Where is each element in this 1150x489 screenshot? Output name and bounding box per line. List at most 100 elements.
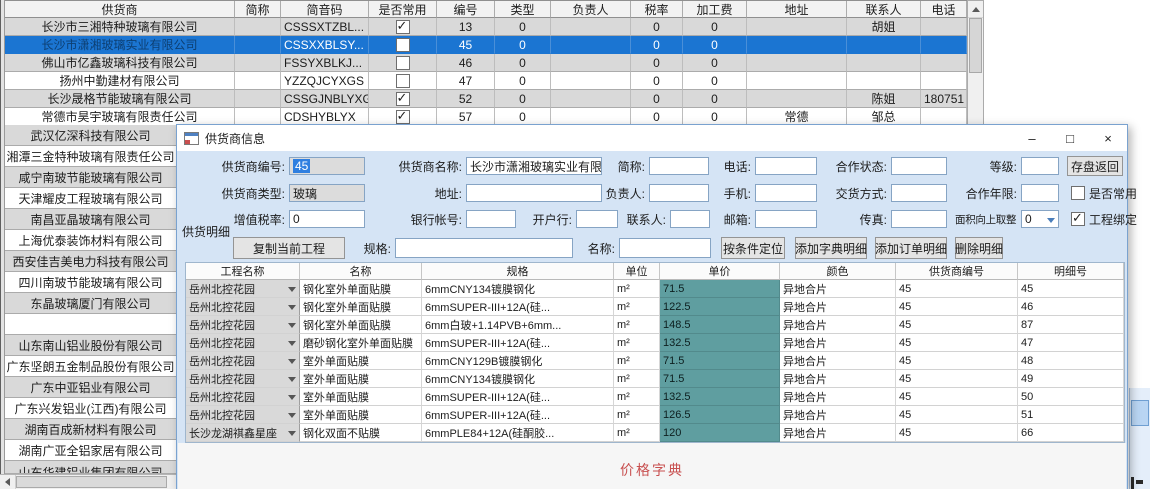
spec-filter-input[interactable] (395, 238, 573, 258)
project-name-select[interactable]: 岳州北控花园 (186, 334, 300, 352)
list-item[interactable]: 广东中亚铝业有限公司 (5, 377, 176, 398)
list-item[interactable]: 广东坚朗五金制品股份有限公司 (5, 356, 176, 377)
column-header[interactable]: 供货商 (5, 1, 235, 18)
common-use-checkbox[interactable] (1071, 186, 1085, 200)
list-item[interactable]: 东晶玻璃厦门有限公司 (5, 293, 176, 314)
detail-row[interactable]: 岳州北控花园钢化室外单面贴膜6mmSUPER-III+12A(硅...m²122… (186, 298, 1124, 316)
detail-row[interactable]: 岳州北控花园室外单面贴膜6mmCNY129B镀膜钢化m²71.5异地合片4548 (186, 352, 1124, 370)
project-name-select[interactable]: 岳州北控花园 (186, 316, 300, 334)
phone-input[interactable] (755, 157, 817, 175)
project-name-select[interactable]: 长沙龙湖祺鑫星座 (186, 424, 300, 442)
project-name-select[interactable]: 岳州北控花园 (186, 352, 300, 370)
add-order-detail-button[interactable]: 添加订单明细 (875, 237, 947, 259)
bank-branch-input[interactable] (576, 210, 618, 228)
common-use-option[interactable]: 是否常用 (1071, 185, 1137, 202)
vertical-scrollbar[interactable] (967, 0, 984, 125)
maximize-button[interactable]: □ (1051, 125, 1089, 151)
detail-row[interactable]: 岳州北控花园钢化室外单面贴膜6mmCNY134镀膜钢化m²71.5异地合片454… (186, 280, 1124, 298)
grid-column-header[interactable]: 单位 (614, 263, 660, 280)
list-item[interactable]: 山东华建铝业集团有限公司 (5, 461, 176, 474)
column-header[interactable]: 联系人 (847, 1, 921, 18)
detail-row[interactable]: 岳州北控花园室外单面贴膜6mmSUPER-III+12A(硅...m²132.5… (186, 388, 1124, 406)
grid-column-header[interactable]: 颜色 (780, 263, 896, 280)
list-item[interactable]: 广东兴发铝业(江西)有限公司 (5, 398, 176, 419)
abbr-input[interactable] (649, 157, 709, 175)
dialog-titlebar[interactable]: 供货商信息 – □ × (177, 125, 1127, 151)
common-use-row-checkbox[interactable] (396, 74, 410, 88)
supplier-row[interactable]: 扬州中勤建材有限公司YZZQJCYXGS47000 (5, 72, 967, 90)
list-item[interactable]: 武汉亿深科技有限公司 (5, 125, 176, 146)
project-bind-checkbox[interactable] (1071, 212, 1085, 226)
list-item[interactable]: 上海优泰装饰材料有限公司 (5, 230, 176, 251)
area-round-up-select[interactable]: 0 (1021, 210, 1059, 228)
detail-row[interactable]: 岳州北控花园钢化室外单面贴膜6mm白玻+1.14PVB+6mm...m²148.… (186, 316, 1124, 334)
scroll-up-button[interactable] (968, 1, 983, 18)
add-dictionary-detail-button[interactable]: 添加字典明细 (795, 237, 867, 259)
project-name-select[interactable]: 岳州北控花园 (186, 280, 300, 298)
supplier-row[interactable]: 长沙市潇湘玻璃实业有限公司CSSXXBLSY...45000 (5, 36, 967, 54)
delivery-method-input[interactable] (891, 184, 947, 202)
list-item[interactable]: 山东南山铝业股份有限公司 (5, 335, 176, 356)
list-item[interactable]: 湘潭三金特种玻璃有限责任公司 (5, 146, 176, 167)
name-filter-input[interactable] (619, 238, 711, 258)
common-use-row-checkbox[interactable] (396, 56, 410, 70)
column-header[interactable]: 简音码 (281, 1, 369, 18)
common-use-row-checkbox[interactable] (396, 110, 410, 124)
supplier-row[interactable]: 长沙晟格节能玻璃有限公司CSSGJNBLYXGS52000陈姐180751 (5, 90, 967, 108)
project-name-select[interactable]: 岳州北控花园 (186, 370, 300, 388)
delete-detail-button[interactable]: 删除明细 (955, 237, 1003, 259)
column-header[interactable]: 简称 (235, 1, 281, 18)
grid-column-header[interactable]: 工程名称 (186, 263, 300, 280)
column-header[interactable]: 编号 (437, 1, 495, 18)
supplier-id-input[interactable]: 45 (289, 157, 365, 175)
fax-input[interactable] (891, 210, 947, 228)
copy-current-project-button[interactable]: 复制当前工程 (233, 237, 345, 259)
common-use-row-checkbox[interactable] (396, 92, 410, 106)
grade-input[interactable] (1021, 157, 1059, 175)
supplier-row[interactable]: 佛山市亿鑫玻璃科技有限公司FSSYXBLKJ...46000 (5, 54, 967, 72)
address-input[interactable] (466, 184, 602, 202)
supplier-row[interactable]: 长沙市三湘特种玻璃有限公司CSSSXTZBL...13000胡姐 (5, 18, 967, 36)
vertical-scroll-thumb[interactable] (969, 18, 982, 73)
common-use-row-checkbox[interactable] (396, 20, 410, 34)
list-item[interactable]: 咸宁南玻节能玻璃有限公司 (5, 167, 176, 188)
project-name-select[interactable]: 岳州北控花园 (186, 388, 300, 406)
column-header[interactable]: 加工费 (683, 1, 747, 18)
list-item[interactable]: 西安佳吉美电力科技有限公司 (5, 251, 176, 272)
vat-rate-input[interactable]: 0 (289, 210, 365, 228)
column-header[interactable]: 是否常用 (369, 1, 437, 18)
common-use-row-checkbox[interactable] (396, 38, 410, 52)
email-input[interactable] (755, 210, 817, 228)
scroll-left-button[interactable] (0, 475, 16, 489)
detail-row[interactable]: 岳州北控花园磨砂钢化室外单面贴膜6mmSUPER-III+12A(硅...m²1… (186, 334, 1124, 352)
locate-by-condition-button[interactable]: 按条件定位 (721, 237, 785, 259)
manager-input[interactable] (649, 184, 709, 202)
column-header[interactable]: 类型 (495, 1, 551, 18)
supplier-type-input[interactable]: 玻璃 (289, 184, 365, 202)
list-item[interactable]: 天津耀皮工程玻璃有限公司 (5, 188, 176, 209)
list-item[interactable]: 四川南玻节能玻璃有限公司 (5, 272, 176, 293)
mobile-input[interactable] (755, 184, 817, 202)
column-header[interactable]: 电话 (921, 1, 967, 18)
project-name-select[interactable]: 岳州北控花园 (186, 298, 300, 316)
list-item[interactable]: 湖南广亚全铝家居有限公司 (5, 440, 176, 461)
project-name-select[interactable]: 岳州北控花园 (186, 406, 300, 424)
save-return-button[interactable]: 存盘返回 (1067, 156, 1123, 176)
grid-column-header[interactable]: 明细号 (1018, 263, 1124, 280)
horizontal-scroll-thumb[interactable] (16, 476, 167, 488)
detail-row[interactable]: 岳州北控花园室外单面贴膜6mmSUPER-III+12A(硅...m²126.5… (186, 406, 1124, 424)
supplier-name-input[interactable]: 长沙市潇湘玻璃实业有限公司 (466, 157, 602, 175)
contact-input[interactable] (670, 210, 710, 228)
column-header[interactable]: 负责人 (551, 1, 631, 18)
grid-column-header[interactable]: 供货商编号 (896, 263, 1018, 280)
close-button[interactable]: × (1089, 125, 1127, 151)
list-item[interactable]: 湖南百成新材料有限公司 (5, 419, 176, 440)
project-bind-option[interactable]: 工程绑定 (1071, 211, 1137, 228)
detail-row[interactable]: 长沙龙湖祺鑫星座钢化双面不贴膜6mmPLE84+12A(硅酮胶...m²120异… (186, 424, 1124, 442)
column-header[interactable]: 地址 (747, 1, 847, 18)
list-item[interactable]: 南昌亚晶玻璃有限公司 (5, 209, 176, 230)
horizontal-scrollbar[interactable] (0, 474, 176, 489)
bank-account-input[interactable] (466, 210, 516, 228)
grid-column-header[interactable]: 名称 (300, 263, 422, 280)
coop-status-input[interactable] (891, 157, 947, 175)
